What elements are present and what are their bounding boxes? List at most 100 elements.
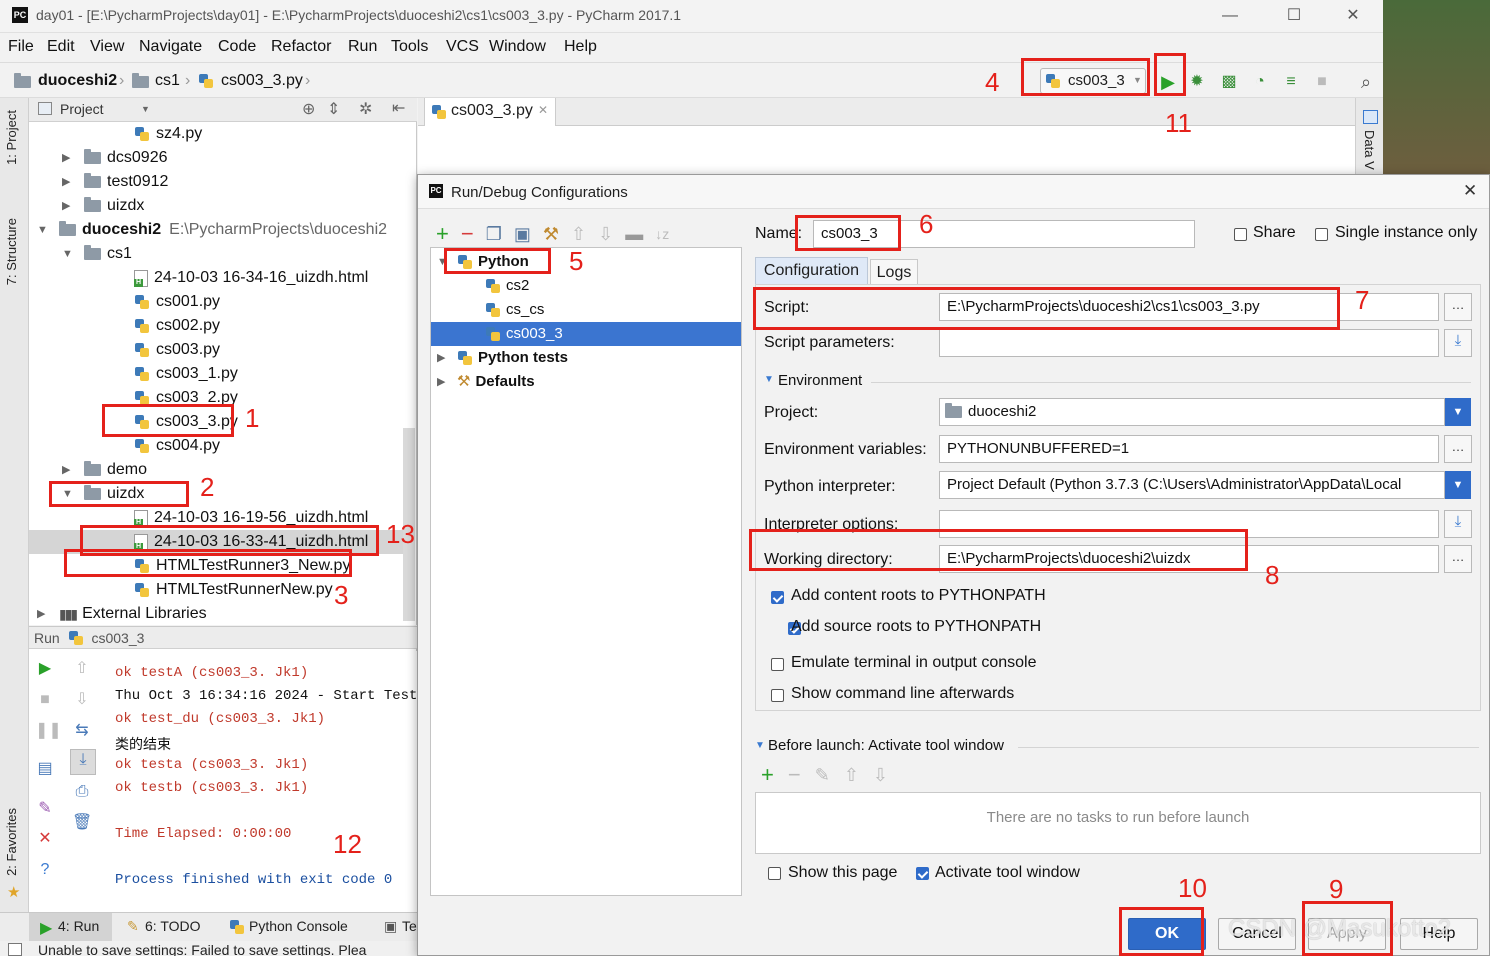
tree-row[interactable]: cs002.py [29, 314, 403, 338]
expand-arrow-icon[interactable]: ▼ [764, 374, 774, 385]
tree-row[interactable]: cs003.py [29, 338, 403, 362]
expand-field-icon[interactable]: ⤓ [1444, 510, 1472, 538]
editor-area[interactable] [418, 126, 1355, 176]
search-icon[interactable]: ⌕ [1356, 72, 1376, 92]
save-icon[interactable]: ▣ [514, 224, 531, 244]
pause-icon[interactable]: ❚❚ [35, 721, 62, 741]
breadcrumb-project[interactable]: duoceshi2 [38, 72, 117, 90]
tab-terminal[interactable]: Te [402, 918, 417, 934]
before-launch-list[interactable]: There are no tasks to run before launch [755, 792, 1481, 854]
menu-file[interactable]: File [8, 38, 34, 56]
menu-help[interactable]: Help [564, 38, 597, 56]
tab-python-console[interactable]: Python Console [249, 918, 348, 934]
activate-tool-checkbox[interactable] [916, 867, 929, 880]
emulate-terminal-checkbox[interactable] [771, 658, 784, 671]
environment-variables-field[interactable]: PYTHONUNBUFFERED=1 [939, 435, 1439, 463]
tree-row[interactable]: ▼ cs1 [29, 242, 403, 266]
sort-icon[interactable]: ↓z [655, 224, 669, 244]
script-parameters-field[interactable] [939, 329, 1439, 357]
menu-navigate[interactable]: Navigate [139, 38, 202, 56]
expand-arrow-icon[interactable]: ▼ [37, 218, 49, 242]
menu-run[interactable]: Run [348, 38, 377, 56]
tab-todo[interactable]: 6: TODO [145, 918, 201, 934]
tree-row[interactable]: sz4.py [29, 122, 403, 146]
folder-icon[interactable]: ▬ [625, 224, 643, 244]
move-up-icon[interactable]: ⇧ [571, 224, 586, 244]
scroll-to-end-icon[interactable]: ⤓ [70, 749, 96, 775]
wrench-icon[interactable]: ⚒ [543, 224, 559, 244]
expand-arrow-icon[interactable]: ▼ [62, 242, 74, 266]
show-page-checkbox[interactable] [768, 867, 781, 880]
tree-row[interactable]: 24-10-03 16-34-16_uizdh.html [29, 266, 403, 290]
collapse-arrow-icon[interactable]: ▶ [62, 170, 74, 194]
browse-script-button[interactable]: … [1444, 293, 1472, 321]
collapse-arrow-icon[interactable]: ▶ [62, 146, 74, 170]
config-tree-row[interactable]: ▶ ⚒ Defaults [431, 370, 741, 394]
menu-view[interactable]: View [90, 38, 124, 56]
concurrency-icon[interactable]: ≡ [1281, 72, 1301, 92]
menu-vcs[interactable]: VCS [446, 38, 479, 56]
scroll-from-source-icon[interactable]: ⊕ [302, 99, 315, 119]
hide-panel-icon[interactable]: ⇤ [392, 98, 405, 118]
add-icon[interactable]: + [761, 764, 774, 787]
breadcrumb-file[interactable]: cs003_3.py [221, 72, 303, 90]
dialog-close-button[interactable]: ✕ [1463, 181, 1477, 201]
project-view-label[interactable]: Project [60, 101, 104, 117]
maximize-button[interactable]: ☐ [1274, 4, 1314, 28]
tree-row[interactable]: ▶ uizdx [29, 194, 403, 218]
tab-configuration[interactable]: Configuration [755, 257, 868, 284]
menu-window[interactable]: Window [489, 38, 546, 56]
dropdown-arrow-icon[interactable]: ▼ [1445, 398, 1471, 426]
tree-row[interactable]: cs004.py [29, 434, 403, 458]
tree-row[interactable]: ▶ demo [29, 458, 403, 482]
move-down-icon[interactable]: ⇩ [598, 224, 613, 244]
menu-refactor[interactable]: Refactor [271, 38, 331, 56]
collapse-arrow-icon[interactable]: ▶ [437, 370, 457, 394]
editor-tab-active[interactable]: cs003_3.py ✕ [424, 98, 556, 126]
expand-field-icon[interactable]: ⤓ [1444, 329, 1472, 357]
gear-icon[interactable]: ✲ [359, 99, 372, 119]
help-icon[interactable]: ? [35, 860, 55, 880]
print-icon[interactable]: ⎙ [72, 782, 92, 802]
expand-arrow-icon[interactable]: ▼ [755, 740, 765, 751]
move-up-icon[interactable]: ⇧ [844, 765, 859, 787]
close-window-button[interactable]: ✕ [1333, 4, 1373, 28]
tree-row[interactable]: ▶ dcs0926 [29, 146, 403, 170]
collapse-arrow-icon[interactable]: ▶ [62, 194, 74, 218]
content-roots-checkbox[interactable] [771, 591, 784, 604]
remove-icon[interactable]: − [788, 764, 801, 787]
project-tool-tab[interactable]: 1: Project [4, 110, 19, 165]
share-checkbox[interactable] [1234, 228, 1247, 241]
menu-edit[interactable]: Edit [47, 38, 75, 56]
breadcrumb-folder[interactable]: cs1 [155, 72, 180, 90]
config-tree-row[interactable]: cs003_3 [431, 322, 741, 346]
move-down-icon[interactable]: ⇩ [873, 765, 888, 787]
minimize-button[interactable]: — [1210, 4, 1250, 28]
dropdown-arrow-icon[interactable]: ▼ [1445, 471, 1471, 499]
config-tree-row[interactable]: cs2 [431, 274, 741, 298]
collapse-arrow-icon[interactable]: ▶ [437, 346, 457, 370]
tree-row[interactable]: ▼ duoceshi2 E:\PycharmProjects\duoceshi2 [29, 218, 403, 242]
python-interpreter-combobox[interactable]: Project Default (Python 3.7.3 (C:\Users\… [939, 471, 1445, 499]
soft-wrap-icon[interactable]: ⇆ [72, 721, 92, 741]
add-icon[interactable]: + [436, 223, 449, 245]
browse-directory-button[interactable]: … [1444, 545, 1472, 573]
copy-icon[interactable]: ❐ [486, 224, 502, 244]
status-icon[interactable] [8, 943, 22, 956]
config-tree-row[interactable]: ▶ Python tests [431, 346, 741, 370]
pin-icon[interactable]: ✎ [35, 799, 55, 819]
rerun-icon[interactable]: ▶ [35, 659, 55, 679]
stop-run-icon[interactable]: ■ [35, 690, 55, 710]
collapse-arrow-icon[interactable]: ▶ [37, 602, 49, 626]
up-arrow-icon[interactable]: ⇧ [72, 659, 92, 679]
single-instance-checkbox[interactable] [1315, 228, 1328, 241]
dropdown-arrow-icon[interactable]: ▼ [141, 104, 150, 114]
data-view-tab[interactable]: Data V [1362, 130, 1377, 170]
edit-env-vars-button[interactable]: … [1444, 435, 1472, 463]
collapse-arrow-icon[interactable]: ▶ [62, 458, 74, 482]
coverage-icon[interactable]: ▩ [1219, 72, 1239, 92]
menu-tools[interactable]: Tools [391, 38, 428, 56]
close-run-icon[interactable]: ✕ [35, 829, 55, 849]
layout-icon[interactable]: ▤ [35, 759, 55, 779]
favorites-tool-tab[interactable]: 2: Favorites [4, 808, 19, 876]
